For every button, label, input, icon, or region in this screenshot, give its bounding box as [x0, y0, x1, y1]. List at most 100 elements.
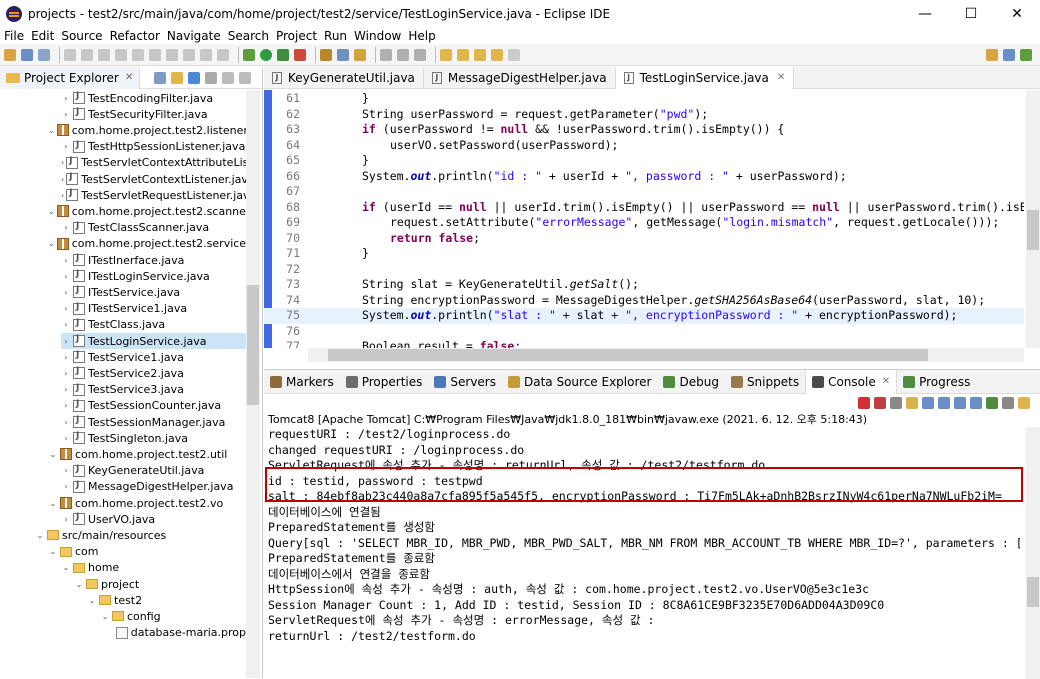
tree-file-item[interactable]: › TestClassScanner.java	[61, 220, 246, 236]
collapse-chevron-icon[interactable]: ›	[61, 304, 71, 313]
code-line[interactable]: 69 request.setAttribute("errorMessage", g…	[264, 215, 1024, 231]
new-icon[interactable]	[4, 48, 16, 61]
tree-file-item[interactable]: › TestServletRequestListener.java	[61, 187, 246, 203]
collapse-chevron-icon[interactable]: ›	[61, 256, 71, 265]
tree-folder-item[interactable]: ⌄ com	[48, 544, 246, 560]
show-console-stdout-icon[interactable]	[954, 397, 966, 409]
editor-tab-messagedigesthelper[interactable]: J MessageDigestHelper.java	[424, 66, 616, 89]
debug-icon[interactable]	[243, 48, 255, 61]
code-line[interactable]: 72	[264, 262, 1024, 278]
scrollbar-thumb[interactable]	[1027, 210, 1039, 250]
expand-chevron-icon[interactable]: ⌄	[87, 596, 97, 605]
tree-folder-item[interactable]: ⌄ home	[61, 560, 246, 576]
step-return-icon[interactable]	[166, 48, 178, 61]
remove-launch-icon[interactable]	[874, 397, 886, 409]
pin-console-icon[interactable]	[986, 397, 998, 409]
search-icon[interactable]	[354, 48, 366, 61]
collapse-chevron-icon[interactable]: ›	[61, 191, 64, 200]
save-icon[interactable]	[21, 48, 33, 61]
tree-file-item[interactable]: › TestSessionCounter.java	[61, 398, 246, 414]
tab-servers[interactable]: Servers	[428, 370, 502, 394]
terminate-icon[interactable]	[858, 397, 870, 409]
close-icon[interactable]: ✕	[777, 72, 785, 83]
tree-file-item[interactable]: › TestServletContextListener.java	[61, 171, 246, 187]
collapse-chevron-icon[interactable]: ›	[61, 223, 71, 232]
expand-chevron-icon[interactable]: ⌄	[61, 563, 71, 572]
tree-file-item[interactable]: › TestSecurityFilter.java	[61, 106, 246, 122]
code-line[interactable]: 73 String slat = KeyGenerateUtil.getSalt(…	[264, 277, 1024, 293]
collapse-chevron-icon[interactable]: ›	[61, 369, 71, 378]
collapse-chevron-icon[interactable]: ›	[61, 515, 71, 524]
tree-file-item[interactable]: › ITestLoginService.java	[61, 268, 246, 284]
code-line[interactable]: 76	[264, 324, 1024, 340]
link-with-editor-icon[interactable]	[171, 72, 183, 84]
menu-source[interactable]: Source	[61, 29, 102, 43]
tree-folder-item[interactable]: database-maria.prop	[113, 625, 246, 641]
console-output[interactable]: requestURI : /test2/loginprocess.do chang…	[268, 427, 1020, 679]
open-perspective-icon[interactable]	[986, 48, 998, 61]
tree-file-item[interactable]: › TestEncodingFilter.java	[61, 90, 246, 106]
tree-file-item[interactable]: › TestClass.java	[61, 317, 246, 333]
expand-chevron-icon[interactable]: ⌄	[48, 450, 58, 459]
resume-icon[interactable]	[64, 48, 76, 61]
step-over-icon[interactable]	[149, 48, 161, 61]
close-icon[interactable]: ✕	[125, 72, 133, 83]
tree-file-item[interactable]: › TestSessionManager.java	[61, 414, 246, 430]
tree-package-item[interactable]: ⌄ com.home.project.test2.listener	[48, 122, 246, 138]
code-line[interactable]: 68 if (userId == null || userId.trim().is…	[264, 200, 1024, 216]
tree-file-item[interactable]: › TestService1.java	[61, 349, 246, 365]
tree-file-item[interactable]: › ITestService.java	[61, 284, 246, 300]
java-ee-perspective-icon[interactable]	[1003, 48, 1015, 61]
terminate-icon[interactable]	[98, 48, 110, 61]
project-tree-scrollbar[interactable]	[246, 90, 260, 678]
menu-window[interactable]: Window	[354, 29, 401, 43]
menu-help[interactable]: Help	[408, 29, 435, 43]
expand-chevron-icon[interactable]: ⌄	[35, 531, 45, 540]
expand-chevron-icon[interactable]: ⌄	[48, 207, 55, 216]
show-console-stderr-icon[interactable]	[970, 397, 982, 409]
tree-file-item[interactable]: › UserVO.java	[61, 511, 246, 527]
collapse-chevron-icon[interactable]: ›	[61, 482, 71, 491]
menu-file[interactable]: File	[4, 29, 24, 43]
tab-markers[interactable]: Markers	[264, 370, 340, 394]
collapse-chevron-icon[interactable]: ›	[61, 434, 71, 443]
tree-file-item[interactable]: › TestHttpSessionListener.java	[61, 139, 246, 155]
maximize-view-icon[interactable]	[239, 72, 251, 84]
new-java-project-icon[interactable]	[320, 48, 332, 61]
tree-file-item[interactable]: › KeyGenerateUtil.java	[61, 463, 246, 479]
use-step-filters-icon[interactable]	[200, 48, 212, 61]
run-icon[interactable]	[260, 48, 272, 61]
collapse-chevron-icon[interactable]: ›	[61, 320, 71, 329]
code-line[interactable]: 77 Boolean result = false;	[264, 339, 1024, 348]
tab-data-source-explorer[interactable]: Data Source Explorer	[502, 370, 657, 394]
code-line[interactable]: 65}	[264, 153, 1024, 169]
back-icon[interactable]	[474, 48, 486, 61]
pin-icon[interactable]	[508, 48, 520, 61]
collapse-chevron-icon[interactable]: ›	[61, 466, 71, 475]
tree-file-item[interactable]: › ITestInerface.java	[61, 252, 246, 268]
editor-horizontal-scrollbar[interactable]	[308, 348, 1024, 362]
code-line[interactable]: 75 System.out.println("slat : " + slat + …	[264, 308, 1024, 324]
external-tools-icon[interactable]	[294, 48, 306, 61]
minimize-button[interactable]: —	[902, 0, 948, 28]
disconnect-icon[interactable]	[115, 48, 127, 61]
minimize-view-icon[interactable]	[222, 72, 234, 84]
code-line[interactable]: 62 String userPassword = request.getParam…	[264, 107, 1024, 123]
scrollbar-thumb[interactable]	[247, 285, 259, 405]
collapse-chevron-icon[interactable]: ›	[61, 418, 71, 427]
code-editor[interactable]: 61} 62 String userPassword = request.getPa…	[264, 90, 1024, 348]
toggle-block-selection-icon[interactable]	[397, 48, 409, 61]
tree-package-item[interactable]: ⌄ com.home.project.test2.service	[48, 236, 246, 252]
open-type-icon[interactable]	[337, 48, 349, 61]
tree-folder-item[interactable]: ⌄ test2	[87, 592, 246, 608]
collapse-chevron-icon[interactable]: ›	[61, 94, 71, 103]
show-whitespace-icon[interactable]	[217, 48, 229, 61]
code-line[interactable]: 70 return false;	[264, 231, 1024, 247]
expand-chevron-icon[interactable]: ⌄	[100, 612, 110, 621]
editor-tab-keygenerateutil[interactable]: J KeyGenerateUtil.java	[264, 66, 424, 89]
collapse-all-icon[interactable]	[154, 72, 166, 84]
code-line[interactable]: 74 String encryptionPassword = MessageDig…	[264, 293, 1024, 309]
save-all-icon[interactable]	[38, 48, 50, 61]
tree-package-item[interactable]: ⌄ com.home.project.test2.vo	[48, 495, 246, 511]
code-line[interactable]: 71}	[264, 246, 1024, 262]
